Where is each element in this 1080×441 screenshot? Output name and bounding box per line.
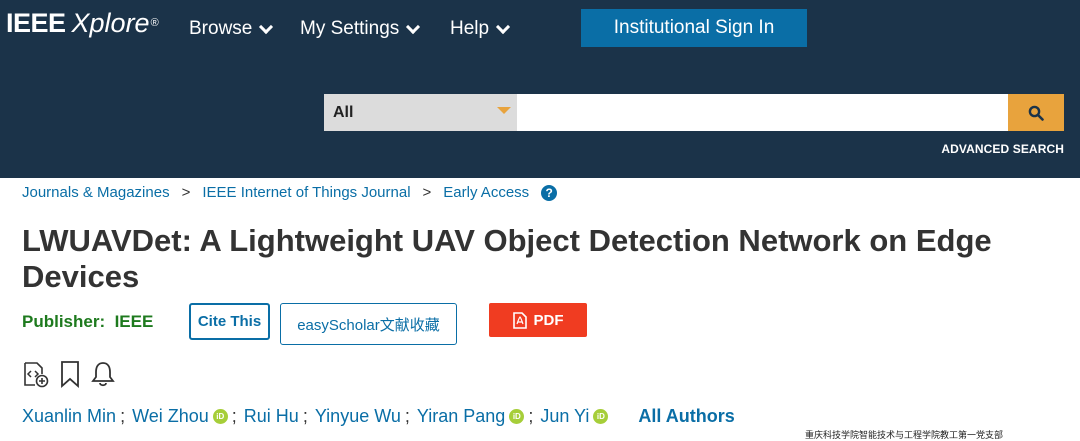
breadcrumb-iot-journal[interactable]: IEEE Internet of Things Journal <box>202 184 410 201</box>
pdf-icon <box>512 311 527 329</box>
search-scope-value: All <box>333 104 354 121</box>
registered-mark: ® <box>150 17 159 29</box>
chevron-down-icon <box>259 19 274 34</box>
search-button[interactable] <box>1008 94 1064 131</box>
author-separator: ; <box>120 406 126 426</box>
bookmark-icon[interactable] <box>59 360 81 393</box>
publisher-name: IEEE <box>114 312 154 331</box>
publisher-label: Publisher: <box>22 312 106 331</box>
nav-browse-label: Browse <box>189 18 253 39</box>
breadcrumb-early-access[interactable]: Early Access <box>443 184 529 201</box>
nav-my-settings-label: My Settings <box>300 18 400 39</box>
bell-icon[interactable] <box>90 360 116 393</box>
breadcrumb-separator: > <box>422 184 432 201</box>
logo-xplore-text: Xplore <box>71 8 150 38</box>
dropdown-arrow-icon <box>497 107 511 114</box>
nav-my-settings[interactable]: My Settings <box>300 16 421 42</box>
author-link[interactable]: Jun Yi <box>540 406 589 427</box>
author-link[interactable]: Wei Zhou <box>132 406 209 427</box>
chevron-down-icon <box>406 19 421 34</box>
article-actions <box>22 360 125 393</box>
author-list: Xuanlin Min ; Wei Zhou iD ; Rui Hu ; Yin… <box>22 406 735 427</box>
cite-this-button[interactable]: Cite This <box>189 303 270 340</box>
breadcrumb-journals-magazines[interactable]: Journals & Magazines <box>22 184 170 201</box>
all-authors-link[interactable]: All Authors <box>638 406 734 427</box>
author-link[interactable]: Yinyue Wu <box>315 406 401 427</box>
author-separator: ; <box>404 406 410 426</box>
search-scope-select[interactable]: All <box>324 94 517 131</box>
author-separator: ; <box>528 406 534 426</box>
orcid-icon[interactable]: iD <box>509 409 525 424</box>
nav-browse[interactable]: Browse <box>189 16 274 42</box>
author-separator: ; <box>231 406 237 426</box>
ieee-xplore-logo[interactable]: IEEE Xplore® <box>6 7 159 39</box>
publisher-info: Publisher: IEEE <box>22 312 153 332</box>
search-icon <box>1028 105 1044 121</box>
nav-help-label: Help <box>450 18 490 39</box>
advanced-search-link[interactable]: ADVANCED SEARCH <box>941 142 1064 156</box>
pdf-button[interactable]: PDF <box>489 303 587 337</box>
breadcrumb: Journals & Magazines > IEEE Internet of … <box>22 184 558 201</box>
nav-help[interactable]: Help <box>450 16 511 42</box>
easyscholar-button[interactable]: easyScholar文献收藏 <box>280 303 457 345</box>
code-plus-icon[interactable] <box>22 360 50 393</box>
author-link[interactable]: Xuanlin Min <box>22 406 116 427</box>
author-link[interactable]: Rui Hu <box>244 406 299 427</box>
author-link[interactable]: Yiran Pang <box>417 406 505 427</box>
author-separator: ; <box>302 406 308 426</box>
search-input[interactable] <box>517 94 1008 131</box>
site-header: IEEE Xplore® Browse My Settings Help Inst… <box>0 0 1080 178</box>
watermark: 重庆科技学院智能技术与工程学院教工第一党支部 <box>805 430 1004 440</box>
breadcrumb-separator: > <box>181 184 191 201</box>
institutional-sign-in-button[interactable]: Institutional Sign In <box>581 9 807 47</box>
orcid-icon[interactable]: iD <box>212 409 228 424</box>
page-title: LWUAVDet: A Lightweight UAV Object Detec… <box>22 223 992 294</box>
chevron-down-icon <box>496 19 511 34</box>
help-icon[interactable]: ? <box>541 184 558 201</box>
logo-ieee-text: IEEE <box>6 8 66 38</box>
orcid-icon[interactable]: iD <box>593 409 609 424</box>
pdf-label: PDF <box>533 311 564 329</box>
